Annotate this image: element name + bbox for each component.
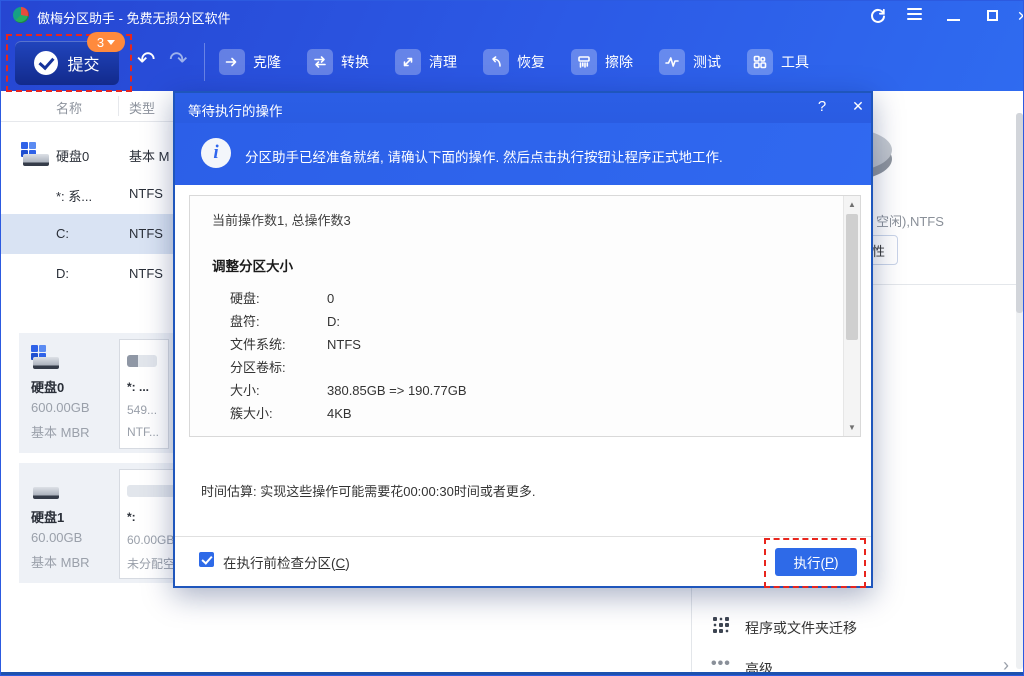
- info-text: 分区助手已经准备就绪, 请确认下面的操作. 然后点击执行按钮让程序正式地工作.: [245, 146, 723, 166]
- help-icon[interactable]: ?: [813, 98, 831, 115]
- convert-button[interactable]: 转换: [307, 49, 369, 75]
- app-icon: [13, 7, 29, 23]
- dialog-close-icon[interactable]: ✕: [849, 98, 867, 115]
- badge-count: 3: [97, 35, 104, 50]
- operations-content: 当前操作数1, 总操作数3 调整分区大小 硬盘:0 盘符:D: 文件系统:NTF…: [190, 196, 842, 436]
- disk0-icon: [31, 345, 61, 369]
- close-button[interactable]: ✕: [1017, 7, 1024, 25]
- disk-size: 60.00GB: [31, 530, 82, 545]
- recover-icon: [483, 49, 509, 75]
- scrollbar-thumb[interactable]: [1016, 113, 1023, 313]
- tools-icon: [747, 49, 773, 75]
- table-row-system[interactable]: *: 系... NTFS: [1, 174, 173, 214]
- detail-row: 文件系统:NTFS: [212, 333, 842, 356]
- maximize-button[interactable]: [985, 7, 1003, 25]
- detail-row: 大小:380.85GB => 190.77GB: [212, 379, 842, 402]
- pending-operations-dialog: 等待执行的操作 ? ✕ i 分区助手已经准备就绪, 请确认下面的操作. 然后点击…: [173, 91, 873, 588]
- detail-row: 簇大小:4KB: [212, 402, 842, 425]
- test-button[interactable]: 测试: [659, 49, 721, 75]
- detail-row: 硬盘:0: [212, 287, 842, 310]
- column-header-type[interactable]: 类型: [129, 98, 155, 117]
- time-estimate: 时间估算: 实现这些操作可能需要花00:00:30时间或者更多.: [201, 481, 535, 500]
- disk-name: 硬盘0: [31, 377, 64, 396]
- column-header-name[interactable]: 名称: [56, 98, 82, 117]
- disk-style: 基本 MBR: [31, 422, 90, 441]
- chevron-down-icon: [107, 40, 115, 45]
- table-row-disk0[interactable]: 硬盘0 基本 M: [1, 134, 173, 174]
- convert-icon: [307, 49, 333, 75]
- migrate-icon: [713, 617, 729, 633]
- partition-block-system[interactable]: *: ... 549... NTF...: [119, 339, 169, 449]
- panel-scrollbar[interactable]: [1016, 113, 1023, 669]
- app-window: 傲梅分区助手 - 免费无损分区软件 ✕ 提交 3 ↶ ↷: [0, 0, 1024, 676]
- window-title: 傲梅分区助手 - 免费无损分区软件: [37, 8, 231, 27]
- ellipsis-icon: •••: [711, 655, 731, 673]
- table-row-c[interactable]: C: NTFS: [1, 214, 173, 254]
- refresh-icon[interactable]: [869, 7, 887, 25]
- dialog-title: 等待执行的操作: [188, 100, 283, 120]
- clone-icon: [219, 49, 245, 75]
- erase-button[interactable]: 擦除: [571, 49, 633, 75]
- clone-button[interactable]: 克隆: [219, 49, 281, 75]
- disk-icon: [21, 142, 51, 166]
- operations-summary: 当前操作数1, 总操作数3: [212, 210, 842, 229]
- check-icon: [34, 51, 58, 75]
- migrate-item[interactable]: 程序或文件夹迁移: [709, 609, 1009, 647]
- dialog-header[interactable]: 等待执行的操作 ? ✕: [175, 93, 871, 123]
- cleanup-icon: [395, 49, 421, 75]
- operation-details: 硬盘:0 盘符:D: 文件系统:NTFS 分区卷标: 大小:380.85GB =…: [212, 287, 842, 425]
- partition-bar-icon: [127, 355, 157, 367]
- toolbar: 克隆 转换 清理 恢复 擦除: [219, 49, 809, 75]
- cleanup-button[interactable]: 清理: [395, 49, 457, 75]
- check-partition-checkbox[interactable]: [199, 552, 214, 567]
- menu-icon[interactable]: [907, 5, 925, 23]
- test-icon: [659, 49, 685, 75]
- scroll-down-icon[interactable]: ▼: [844, 423, 860, 432]
- window-bottom-border: [1, 672, 1024, 675]
- chrome-background: 傲梅分区助手 - 免费无损分区软件 ✕ 提交 3 ↶ ↷: [1, 1, 1024, 91]
- scrollbar-thumb[interactable]: [846, 214, 858, 340]
- table-row-d[interactable]: D: NTFS: [1, 254, 173, 294]
- toolbar-separator: [204, 43, 205, 81]
- execute-button[interactable]: 执行(P): [775, 548, 857, 576]
- pending-operations-badge[interactable]: 3: [87, 32, 125, 52]
- erase-icon: [571, 49, 597, 75]
- checkbox-label[interactable]: 在执行前检查分区(C): [223, 552, 350, 572]
- redo-button[interactable]: ↷: [169, 47, 187, 73]
- submit-label: 提交: [67, 51, 99, 75]
- minimize-button[interactable]: [945, 7, 963, 25]
- operation-title: 调整分区大小: [212, 255, 842, 275]
- scroll-up-icon[interactable]: ▲: [844, 200, 860, 209]
- pie-caption: 空闲),NTFS: [876, 211, 944, 230]
- detail-row: 盘符:D:: [212, 310, 842, 333]
- undo-button[interactable]: ↶: [137, 47, 155, 73]
- list-scrollbar[interactable]: ▲ ▼: [843, 196, 860, 436]
- disk-style: 基本 MBR: [31, 552, 90, 571]
- disk-size: 600.00GB: [31, 400, 90, 415]
- column-separator: [118, 96, 119, 116]
- operations-list[interactable]: 当前操作数1, 总操作数3 调整分区大小 硬盘:0 盘符:D: 文件系统:NTF…: [189, 195, 861, 437]
- dialog-info-banner: i 分区助手已经准备就绪, 请确认下面的操作. 然后点击执行按钮让程序正式地工作…: [175, 123, 871, 185]
- title-bar[interactable]: 傲梅分区助手 - 免费无损分区软件 ✕: [1, 1, 1024, 29]
- info-icon: i: [201, 138, 231, 168]
- footer-separator: [175, 536, 871, 537]
- disk-name: 硬盘1: [31, 507, 64, 526]
- detail-row: 分区卷标:: [212, 356, 842, 379]
- recover-button[interactable]: 恢复: [483, 49, 545, 75]
- disk1-icon: [31, 475, 61, 499]
- tools-button[interactable]: 工具: [747, 49, 809, 75]
